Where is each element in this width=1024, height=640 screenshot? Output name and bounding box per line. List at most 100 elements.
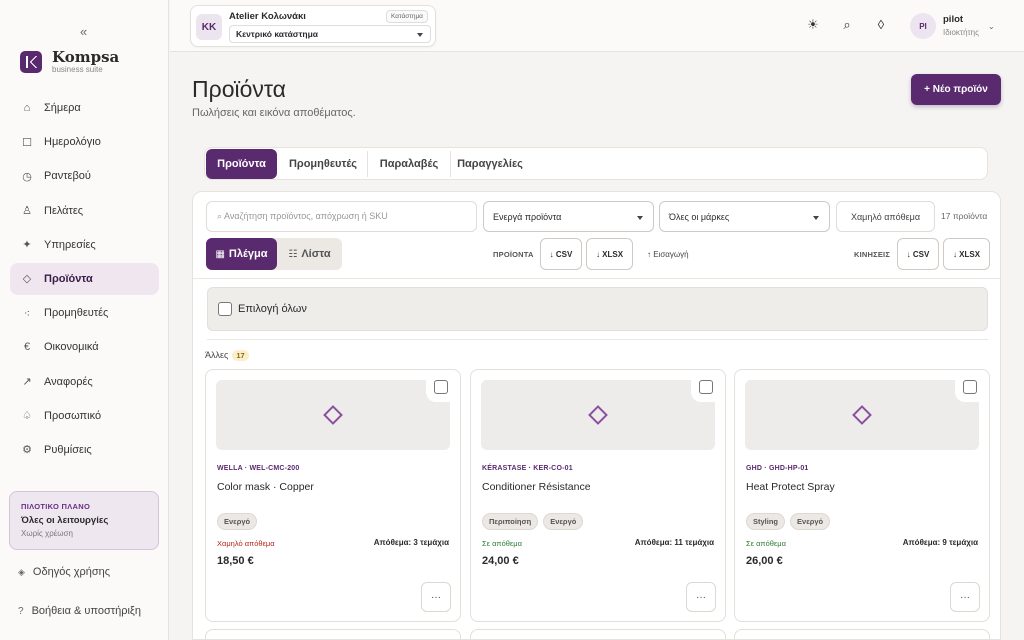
tab-orders[interactable]: Παραγγελίες: [452, 149, 528, 179]
user-icon: ♙: [22, 205, 32, 218]
tab-suppliers[interactable]: Προμηθευτές: [280, 149, 366, 179]
chevron-down-icon[interactable]: ⌄: [988, 22, 995, 31]
sidebar-item-label: Πελάτες: [44, 204, 84, 217]
product-search-input[interactable]: ⌕ Αναζήτηση προϊόντος, απόχρωση ή SKU: [206, 201, 477, 232]
product-select-checkbox-wrap: [691, 372, 721, 402]
sidebar-item-label: Ραντεβού: [44, 170, 91, 183]
sidebar-item-8[interactable]: ↗ Αναφορές: [10, 366, 159, 398]
sidebar-item-label: Προϊόντα: [44, 272, 93, 285]
product-card[interactable]: KÉRASTASE · KER-CO-01 Conditioner Résist…: [470, 369, 726, 622]
help-support-label: Βοήθεια & υποστήριξη: [31, 605, 141, 617]
sidebar-item-label: Οικονομικά: [44, 341, 99, 354]
user-guide-link[interactable]: ◈ Οδηγός χρήσης: [18, 566, 110, 578]
store-select[interactable]: Κεντρικό κατάστημα: [229, 25, 431, 43]
trend-arrow-icon: ↗: [22, 376, 32, 388]
list-view-button[interactable]: ☷ Λίστα: [277, 238, 342, 270]
sparkle-icon: ✦: [22, 239, 32, 252]
more-options-button[interactable]: ···: [950, 582, 980, 612]
product-sku: KÉRASTASE · KER-CO-01: [482, 465, 573, 472]
products-export-label: ΠΡΟΪΟΝΤΑ: [493, 250, 534, 259]
tab-products[interactable]: Προϊόντα: [206, 149, 277, 179]
new-product-button[interactable]: + Νέο προϊόν: [911, 74, 1001, 105]
sidebar-item-0[interactable]: ⌂ Σήμερα: [10, 92, 159, 124]
sidebar-item-2[interactable]: ◷ Ραντεβού: [10, 160, 159, 192]
plan-name: Όλες οι λειτουργίες: [21, 515, 109, 526]
product-image-placeholder: [216, 380, 450, 450]
guide-icon: ◈: [18, 566, 25, 577]
theme-toggle-sun-icon[interactable]: ☀: [805, 17, 821, 33]
status-filter-select[interactable]: Ενεργά προϊόντα: [483, 201, 654, 232]
product-price: 26,00 €: [746, 555, 783, 567]
plan-note: Χωρίς χρέωση: [21, 529, 73, 538]
tab-receipts[interactable]: Παραλαβές: [369, 149, 449, 179]
product-tag: Περιποίηση: [482, 513, 539, 530]
home-icon: ⌂: [23, 102, 31, 114]
app: « Kompsa business suite ⌂ Σήμερα ☐ Ημερολόγ…: [0, 0, 1024, 640]
low-stock-filter-button[interactable]: Χαμηλό απόθεμα: [836, 201, 935, 232]
select-all-checkbox[interactable]: [218, 302, 232, 316]
product-select-checkbox[interactable]: [699, 380, 713, 394]
search-icon[interactable]: ⌕: [839, 17, 855, 33]
more-options-button[interactable]: ···: [421, 582, 451, 612]
view-switcher: ▦ Πλέγμα ☷ Λίστα: [206, 238, 342, 270]
product-sku: GHD · GHD-HP-01: [746, 465, 809, 472]
store-switcher: KK Atelier Κολωνάκι Κατάστημα Κεντρικό κ…: [190, 5, 436, 47]
product-card-next-row[interactable]: [205, 629, 461, 639]
products-xlsx-button[interactable]: ↓ XLSX: [586, 238, 633, 270]
product-name: Conditioner Résistance: [482, 481, 591, 493]
user-guide-label: Οδηγός χρήσης: [32, 566, 111, 578]
grid-view-button[interactable]: ▦ Πλέγμα: [206, 238, 277, 270]
import-button[interactable]: ↑ Εισαγωγή: [647, 250, 689, 259]
product-select-checkbox[interactable]: [963, 380, 977, 394]
sidebar-item-5[interactable]: ◇ Προϊόντα: [10, 262, 159, 295]
stock-status: Σε απόθεμα: [746, 539, 786, 548]
select-all-bar[interactable]: Επιλογή όλων: [207, 287, 988, 331]
sidebar-item-10[interactable]: ⚙ Ρυθμίσεις: [10, 434, 159, 466]
help-support-link[interactable]: ? Βοήθεια & υποστήριξη: [18, 605, 141, 617]
movements-export-label: ΚΙΝΗΣΕΙΣ: [854, 250, 891, 259]
product-tag: Ενεργό: [543, 513, 584, 530]
product-card-next-row[interactable]: [470, 629, 726, 639]
sidebar-item-1[interactable]: ☐ Ημερολόγιο: [10, 126, 159, 158]
product-tags: Styling Ενεργό: [746, 513, 831, 530]
collapse-sidebar-button[interactable]: «: [80, 24, 87, 39]
product-card-next-row[interactable]: [734, 629, 990, 639]
product-card[interactable]: GHD · GHD-HP-01 Heat Protect Spray Styli…: [734, 369, 990, 622]
products-panel: ⌕ Αναζήτηση προϊόντος, απόχρωση ή SKU Εν…: [192, 191, 1001, 640]
group-count-badge: 17: [232, 350, 249, 361]
user-avatar[interactable]: PI: [910, 13, 936, 39]
product-tags: Ενεργό: [217, 513, 258, 530]
movements-csv-button[interactable]: ↓ CSV: [897, 238, 939, 270]
sidebar-item-7[interactable]: € Οικονομικά: [10, 331, 159, 363]
sidebar-item-3[interactable]: ♙ Πελάτες: [10, 195, 159, 227]
more-options-button[interactable]: ···: [686, 582, 716, 612]
movements-xlsx-button[interactable]: ↓ XLSX: [943, 238, 990, 270]
product-count: 17 προϊόντα: [941, 211, 988, 221]
sidebar-item-9[interactable]: ♤ Προσωπικό: [10, 400, 159, 432]
notification-icon[interactable]: ◊: [873, 17, 889, 32]
sidebar-item-label: Προσωπικό: [44, 409, 102, 422]
sidebar-item-label: Ημερολόγιο: [44, 136, 101, 149]
product-select-checkbox[interactable]: [434, 380, 448, 394]
product-tags: Περιποίηση Ενεργό: [482, 513, 584, 530]
caret-down-icon: [637, 216, 643, 220]
sidebar-item-4[interactable]: ✦ Υπηρεσίες: [10, 229, 159, 261]
stock-status: Σε απόθεμα: [482, 539, 522, 548]
divider: [193, 278, 1000, 279]
product-image-placeholder: [481, 380, 715, 450]
products-csv-button[interactable]: ↓ CSV: [540, 238, 582, 270]
grid-view-label: Πλέγμα: [228, 248, 268, 260]
sidebar-item-label: Προμηθευτές: [44, 307, 109, 320]
product-card[interactable]: WELLA · WEL-CMC-200 Color mask · Copper …: [205, 369, 461, 622]
sidebar-item-6[interactable]: ⁖ Προμηθευτές: [10, 297, 159, 329]
brand[interactable]: Kompsa business suite: [20, 50, 119, 74]
group-header: Άλλες 17: [205, 350, 249, 361]
user-name[interactable]: pilot: [943, 14, 963, 25]
product-tag: Styling: [746, 513, 786, 530]
brand-name: Kompsa: [52, 48, 120, 66]
brand-filter-select[interactable]: Όλες οι μάρκες: [659, 201, 830, 232]
gear-icon: ⚙: [22, 444, 32, 457]
list-view-label: Λίστα: [301, 248, 331, 260]
sidebar-item-label: Σήμερα: [44, 102, 81, 114]
tab-divider: [367, 151, 368, 177]
